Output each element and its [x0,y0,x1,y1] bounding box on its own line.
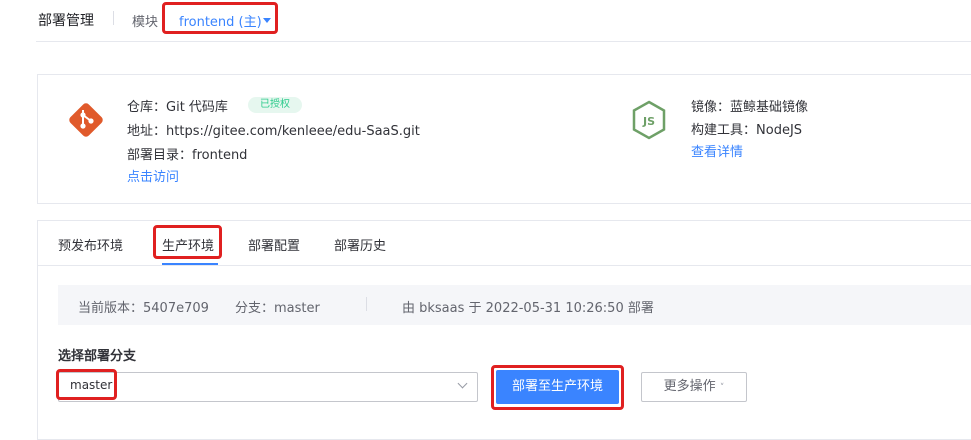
top-bar: 部署管理 模块 frontend (主) [0,0,971,42]
tab-pre-release[interactable]: 预发布环境 [58,235,123,254]
tab-highlight-box [153,225,222,259]
deploy-to-production-button[interactable]: 部署至生产环境 [496,370,619,404]
deployed-info: 由 bksaas 于 2022-05-31 10:26:50 部署 [402,301,654,316]
branch-info: 分支：master [235,297,320,316]
address-value: https://gitee.com/kenleee/edu-SaaS.git [166,124,420,139]
deploy-dir-label: 部署目录： [127,148,193,163]
chevron-down-small-icon: ˅ [719,383,725,393]
deploy-dir-row: 部署目录：frontend [127,144,247,163]
header-border [36,41,971,42]
module-label: 模块 [132,15,159,30]
git-logo-icon [69,103,103,137]
tabs-divider [38,265,971,266]
svg-text:JS: JS [642,115,655,128]
version-label: 当前版本： [78,301,144,316]
branch-label: 分支： [235,301,275,316]
repo-row: 仓库：Git 代码库 [127,96,228,115]
active-tab-indicator [162,263,218,265]
repo-value: Git 代码库 [166,100,228,115]
authorized-badge: 已授权 [248,97,302,113]
view-details-link[interactable]: 查看详情 [691,141,743,160]
version-value: 5407e709 [143,301,209,316]
select-branch-label: 选择部署分支 [58,349,137,364]
image-label: 镜像： [691,100,731,115]
caret-down-icon [263,18,271,23]
image-value: 蓝鲸基础镜像 [730,100,809,115]
address-row: 地址：https://gitee.com/kenleee/edu-SaaS.gi… [127,120,420,139]
visit-link[interactable]: 点击访问 [127,166,179,185]
page-title: 部署管理 [38,13,94,29]
module-value: frontend (主) [179,15,262,30]
build-tool-row: 构建工具：NodeJS [691,119,802,138]
nodejs-logo-icon: JS [632,100,666,140]
module-selector[interactable]: frontend (主) [162,2,278,34]
branch-value: master [274,301,320,316]
branch-highlight-box [56,369,117,400]
status-divider [366,297,367,311]
tab-deploy-config[interactable]: 部署配置 [248,235,300,254]
address-label: 地址： [127,124,167,139]
repo-label: 仓库： [127,100,167,115]
image-row: 镜像：蓝鲸基础镜像 [691,96,808,115]
build-tool-value: NodeJS [756,123,803,138]
tab-deploy-history[interactable]: 部署历史 [334,235,386,254]
more-actions-button[interactable]: 更多操作 ˅ [641,372,747,402]
header-divider [113,11,114,25]
build-tool-label: 构建工具： [691,123,757,138]
branch-select[interactable] [58,372,478,402]
deploy-dir-value: frontend [192,148,248,163]
version-info: 当前版本：5407e709 [78,297,209,316]
more-actions-label: 更多操作 [663,379,716,394]
